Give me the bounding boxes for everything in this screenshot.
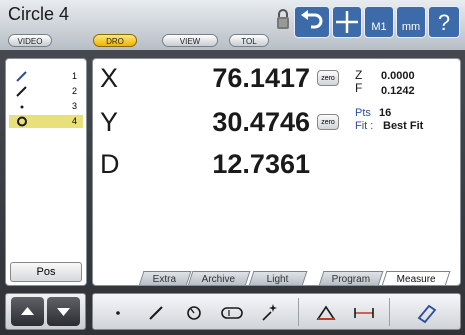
- toolbar-divider: [298, 298, 299, 326]
- angle-tool-icon[interactable]: [313, 298, 339, 326]
- tab-dro[interactable]: DRO: [93, 34, 137, 47]
- y-axis-label: Y: [100, 107, 119, 137]
- pts-label: Pts: [355, 107, 371, 119]
- tab-archive[interactable]: Archive: [187, 271, 251, 285]
- feature-number: 3: [71, 101, 77, 111]
- fit-value: Best Fit: [383, 120, 424, 132]
- pos-button[interactable]: Pos: [10, 262, 82, 282]
- m1-label: M1: [371, 21, 387, 33]
- list-item[interactable]: 2: [9, 85, 83, 98]
- undo-icon: [301, 10, 323, 29]
- line-icon: [16, 86, 27, 97]
- circle-icon: [17, 116, 27, 127]
- zero-x-button[interactable]: zero: [317, 70, 339, 86]
- zero-y-button[interactable]: zero: [317, 114, 339, 130]
- dro-panel: X 76.1417 zero Y 30.4746 zero D 12.7361 …: [92, 58, 461, 286]
- toolbar-divider: [389, 298, 390, 326]
- list-item-selected[interactable]: 4: [9, 115, 83, 128]
- app-window: Circle 4 VIDEO DRO VIEW TOL M1 mm ? 1 2 …: [0, 0, 465, 335]
- tab-light[interactable]: Light: [248, 271, 308, 285]
- auto-measure-icon[interactable]: [257, 298, 283, 326]
- tab-view[interactable]: VIEW: [162, 34, 218, 47]
- triangle-down-icon: [57, 308, 70, 316]
- distance-tool-icon[interactable]: [351, 298, 377, 326]
- tab-extra[interactable]: Extra: [138, 271, 192, 285]
- z-value: 0.0000: [381, 70, 415, 82]
- f-label: F: [355, 81, 363, 95]
- point-icon: [20, 105, 24, 109]
- tab-measure[interactable]: Measure: [381, 271, 451, 285]
- help-button[interactable]: ?: [428, 6, 460, 38]
- z-label: Z: [355, 68, 363, 82]
- lock-icon[interactable]: [276, 8, 290, 30]
- y-value: 30.4746: [212, 107, 310, 137]
- fit-label: Fit :: [355, 120, 374, 132]
- crosshair-button[interactable]: [332, 6, 362, 38]
- tab-video[interactable]: VIDEO: [8, 34, 52, 47]
- pts-value: 16: [379, 107, 392, 119]
- top-bar: Circle 4 VIDEO DRO VIEW TOL M1 mm ?: [0, 0, 465, 50]
- down-arrow-button[interactable]: [47, 297, 80, 326]
- list-item[interactable]: 1: [9, 70, 83, 83]
- feature-number: 1: [71, 71, 77, 81]
- list-item[interactable]: 3: [9, 100, 83, 113]
- x-axis-label: X: [100, 63, 119, 93]
- up-arrow-button[interactable]: [11, 297, 44, 326]
- measure-tool-icon[interactable]: [413, 298, 439, 326]
- circle-tool-icon[interactable]: [181, 298, 207, 326]
- page-title: Circle 4: [8, 4, 70, 24]
- nav-arrows: [5, 293, 86, 330]
- undo-button[interactable]: [294, 6, 330, 38]
- feature-list: 1 2 3 4 Pos: [5, 58, 87, 286]
- slot-tool-icon[interactable]: [219, 298, 245, 326]
- m1-button[interactable]: M1: [364, 6, 394, 38]
- point-tool-icon[interactable]: [105, 298, 131, 326]
- d-value: 12.7361: [212, 149, 310, 179]
- measure-toolbar: [92, 293, 461, 330]
- crosshair-icon: [336, 11, 358, 33]
- feature-number: 4: [71, 116, 77, 126]
- line-tool-icon[interactable]: [143, 298, 169, 326]
- f-value: 0.1242: [381, 85, 415, 97]
- triangle-up-icon: [21, 307, 34, 315]
- units-label: mm: [401, 21, 421, 33]
- x-value: 76.1417: [212, 63, 310, 93]
- units-button[interactable]: mm: [396, 6, 426, 38]
- line-icon: [16, 71, 27, 82]
- tab-tol[interactable]: TOL: [229, 34, 269, 47]
- help-label: ?: [437, 10, 451, 35]
- d-axis-label: D: [100, 149, 120, 179]
- tab-program[interactable]: Program: [318, 271, 384, 285]
- feature-number: 2: [71, 86, 77, 96]
